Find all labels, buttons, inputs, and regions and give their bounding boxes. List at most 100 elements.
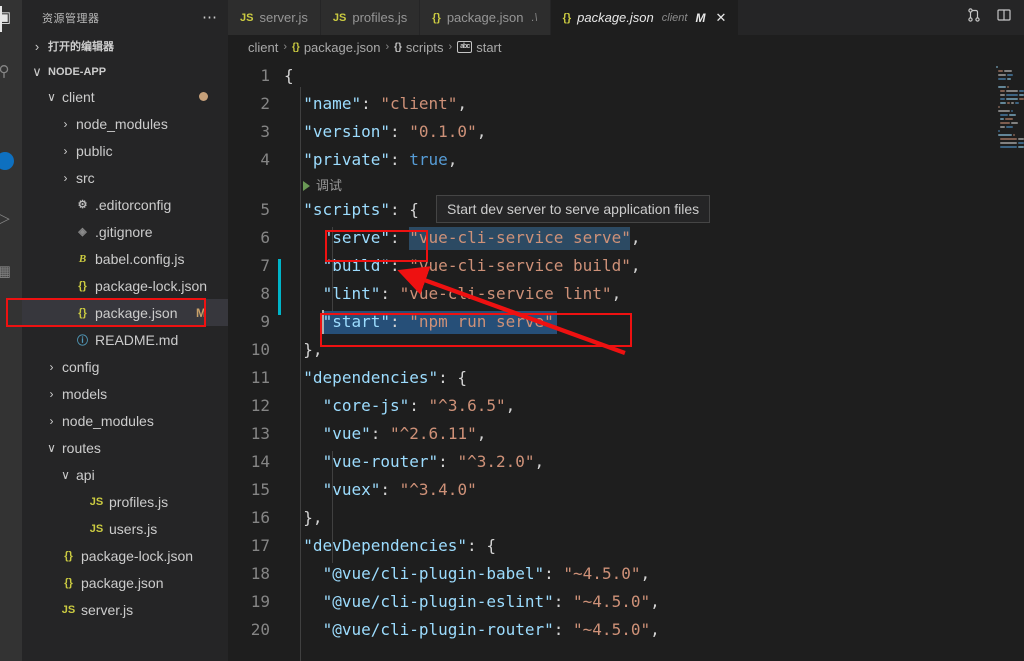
section-node-app[interactable]: ∨ NODE-APP — [22, 61, 228, 83]
code-line[interactable]: "private": true, — [284, 146, 457, 174]
minimap-token — [997, 86, 1006, 88]
code-line[interactable]: "version": "0.1.0", — [284, 118, 486, 146]
code-line[interactable]: "@vue/cli-plugin-router": "~4.5.0", — [284, 616, 660, 644]
chevron-right-icon: › — [63, 116, 68, 131]
code-line[interactable]: "vuex": "^3.4.0" — [284, 476, 477, 504]
breadcrumb-label: package.json — [303, 39, 381, 55]
minimap-token — [1018, 90, 1024, 92]
tree-item--gitignore[interactable]: ◈ .gitignore — [22, 218, 228, 245]
minimap-token — [999, 142, 1017, 144]
code-line[interactable]: "vue-router": "^3.2.0", — [284, 448, 545, 476]
run-debug-icon[interactable]: ▷ — [0, 205, 17, 231]
line-number: 7 — [260, 256, 270, 275]
code-content[interactable]: { "name": "client", "version": "0.1.0", … — [284, 59, 1024, 661]
extensions-icon[interactable]: ▦ — [0, 258, 17, 284]
tree-item-node-modules[interactable]: › node_modules — [22, 407, 228, 434]
code-line[interactable]: "dependencies": { — [284, 364, 467, 392]
search-icon[interactable]: ⚲ — [0, 58, 17, 84]
json-icon: {} — [64, 549, 73, 562]
minimap-token — [1006, 90, 1018, 92]
tab-package-json[interactable]: {} package.json .\ — [420, 0, 551, 35]
js-icon: JS — [332, 11, 347, 24]
tree-item-config[interactable]: › config — [22, 353, 228, 380]
tree-item-package-json[interactable]: {} package.json M — [22, 299, 228, 326]
tree-item-node-modules[interactable]: › node_modules — [22, 110, 228, 137]
more-actions-icon[interactable]: ⋯ — [202, 10, 218, 25]
tree-item-routes[interactable]: ∨ routes — [22, 434, 228, 461]
code-line[interactable]: "lint": "vue-cli-service lint", — [284, 280, 622, 308]
minimap-token — [1006, 74, 1014, 76]
tree-item-public[interactable]: › public — [22, 137, 228, 164]
breadcrumb-item-package-json[interactable]: {} package.json — [292, 40, 380, 55]
code-line[interactable]: "devDependencies": { — [284, 532, 496, 560]
minimap-token — [996, 66, 998, 68]
section-open-editors[interactable]: › 打开的编辑器 — [22, 35, 228, 57]
minimap-token — [1010, 110, 1013, 112]
tree-item-label: models — [62, 385, 108, 402]
breadcrumb-item-scripts[interactable]: {} scripts — [394, 40, 443, 55]
tab-close-icon[interactable]: ✕ — [715, 10, 726, 26]
tree-item-label: src — [76, 169, 95, 186]
minimap-token — [999, 126, 1006, 128]
source-control-split-icon[interactable] — [966, 7, 982, 28]
chevron-down-icon: ∨ — [47, 89, 56, 104]
code-line[interactable]: "core-js": "^3.6.5", — [284, 392, 516, 420]
minimap-token — [997, 106, 1000, 108]
minimap-token — [1010, 122, 1019, 124]
tree-item-label: babel.config.js — [95, 250, 185, 267]
code-line[interactable]: "vue": "^2.6.11", — [284, 420, 487, 448]
tree-item-src[interactable]: › src — [22, 164, 228, 191]
tab-label: package.json — [577, 10, 654, 25]
line-number-gutter: 1 2 3 4 5 6 7 8 9 10 11 12 13 14 15 16 17 18 19 20 — [228, 59, 284, 661]
code-line[interactable]: "serve": "vue-cli-service serve", — [284, 224, 641, 252]
code-line[interactable]: "build": "vue-cli-service build", — [284, 252, 641, 280]
tab-server-js[interactable]: JS server.js — [228, 0, 321, 35]
code-line[interactable]: "scripts": { — [284, 196, 419, 224]
tab-package-json-active[interactable]: {} package.json client M ✕ — [550, 0, 740, 35]
code-editor[interactable]: 1 2 3 4 5 6 7 8 9 10 11 12 13 14 15 16 17 18 19 20 { "name"… — [228, 59, 1024, 661]
vscode-window: ▣ ⚲ ▷ ▦ 资源管理器 ⋯ › 打开的编辑器 ∨ NODE-APP ∨ cli… — [0, 0, 1024, 661]
tree-item-package-lock-json[interactable]: {} package-lock.json — [22, 272, 228, 299]
code-line[interactable]: "@vue/cli-plugin-babel": "~4.5.0", — [284, 560, 651, 588]
codelens-label: 调试 — [316, 178, 343, 193]
tree-item-babel-config-js[interactable]: Bbabel.config.js — [22, 245, 228, 272]
tree-item-client[interactable]: ∨ client — [22, 83, 228, 110]
minimap[interactable] — [994, 59, 1024, 661]
tab-profiles-js[interactable]: JS profiles.js — [320, 0, 421, 35]
tree-item-label: profiles.js — [109, 493, 169, 510]
source-control-badge[interactable] — [0, 152, 14, 170]
tree-item-label: routes — [62, 439, 101, 456]
tree-item-package-lock-json[interactable]: {} package-lock.json — [22, 542, 228, 569]
explorer-icon[interactable]: ▣ — [0, 4, 17, 30]
tree-item-models[interactable]: › models — [22, 380, 228, 407]
tree-item-readme-md[interactable]: ⓘ README.md — [22, 326, 228, 353]
code-line[interactable]: }, — [284, 504, 322, 532]
file-tree: ∨ client › node_modules › public › src ⚙ .editorc… — [22, 83, 228, 623]
codelens-debug[interactable]: 调试 — [303, 175, 342, 197]
code-line[interactable]: { — [284, 62, 294, 90]
js-icon: JS — [240, 11, 254, 24]
text-cursor — [322, 310, 325, 334]
minimap-token — [999, 94, 1006, 96]
tree-item-package-json[interactable]: {} package.json — [22, 569, 228, 596]
tabbar-actions — [954, 0, 1024, 35]
tab-description: client — [661, 11, 688, 24]
breadcrumb-item-start[interactable]: abc start — [457, 39, 502, 55]
breadcrumb-item-client[interactable]: client — [248, 40, 278, 55]
split-editor-icon[interactable] — [996, 7, 1012, 28]
line-number: 11 — [250, 368, 270, 387]
breadcrumb-label: start — [476, 39, 502, 55]
json-icon: {} — [64, 576, 73, 589]
code-line[interactable]: }, — [284, 336, 322, 364]
line-number: 12 — [250, 396, 270, 415]
sidebar-title: 资源管理器 — [42, 12, 100, 25]
tree-item-api[interactable]: ∨ api — [22, 461, 228, 488]
minimap-token — [1006, 78, 1011, 80]
code-line[interactable]: "@vue/cli-plugin-eslint": "~4.5.0", — [284, 588, 660, 616]
line-number: 19 — [250, 592, 270, 611]
tree-item-users-js[interactable]: JS users.js — [22, 515, 228, 542]
code-line[interactable]: "name": "client", — [284, 90, 467, 118]
tree-item--editorconfig[interactable]: ⚙ .editorconfig — [22, 191, 228, 218]
tree-item-profiles-js[interactable]: JS profiles.js — [22, 488, 228, 515]
tree-item-server-js[interactable]: JS server.js — [22, 596, 228, 623]
